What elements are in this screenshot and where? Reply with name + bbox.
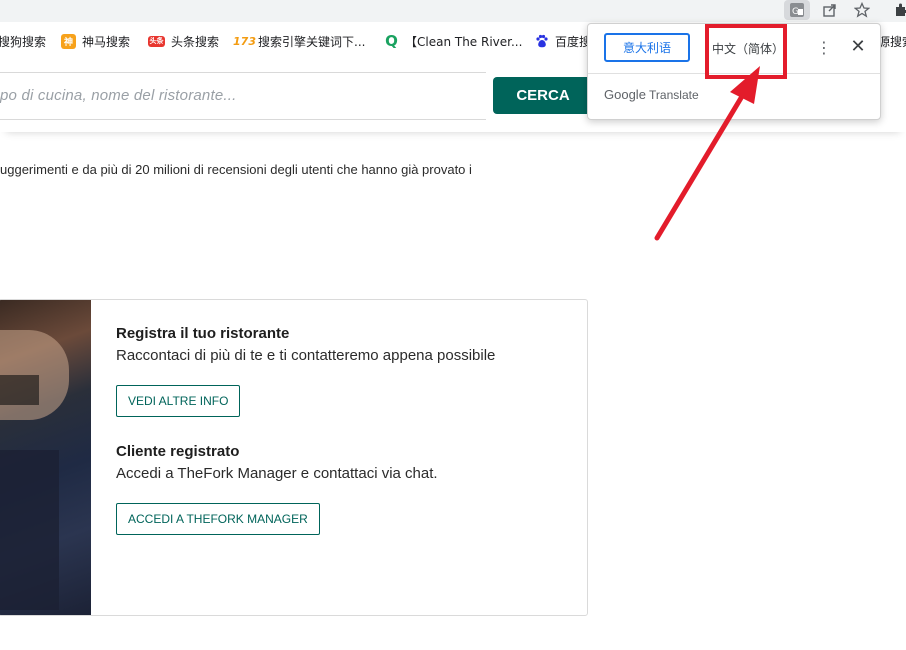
annotation-arrow [654,66,760,241]
